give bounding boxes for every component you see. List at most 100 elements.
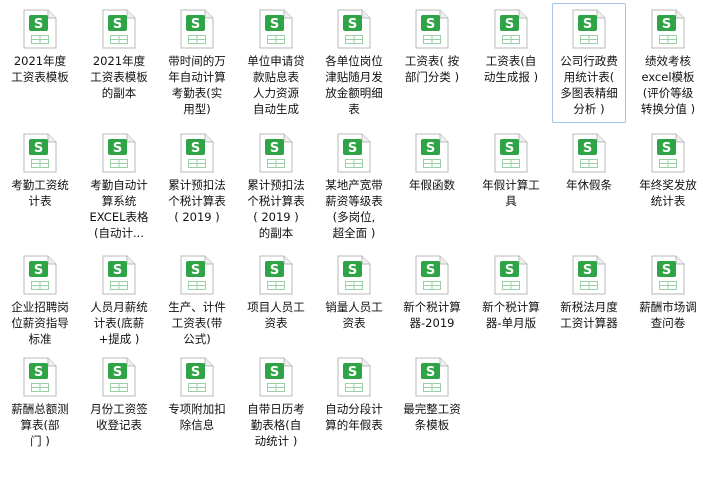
file-name: 月份工资签 收登记表: [90, 402, 148, 432]
file-item[interactable]: S 专项附加扣 除信息: [160, 351, 234, 469]
spreadsheet-file-icon: S: [336, 133, 372, 173]
spreadsheet-file-icon: S: [336, 9, 372, 49]
file-name: 项目人员工 资表: [247, 300, 305, 330]
svg-text:S: S: [270, 141, 279, 156]
file-item[interactable]: S 薪酬市场调 查问卷: [631, 249, 703, 367]
file-name: 最完整工资 条模板: [403, 402, 461, 432]
file-item[interactable]: S 2021年度 工资表模板 的副本: [82, 3, 156, 121]
file-item[interactable]: S 自带日历考 勤表格(自 动统计 ): [239, 351, 313, 469]
svg-text:S: S: [426, 263, 435, 278]
file-name: 人员月薪统 计表(底薪 +提成 ): [90, 300, 148, 346]
svg-text:S: S: [348, 365, 357, 380]
spreadsheet-file-icon: S: [258, 255, 294, 295]
spreadsheet-file-icon: S: [258, 357, 294, 397]
svg-text:S: S: [426, 17, 435, 32]
file-name: 考勤自动计 算系统 EXCEL表格 (自动计...: [89, 178, 149, 240]
spreadsheet-file-icon: S: [22, 357, 58, 397]
file-item[interactable]: S 某地产宽带 薪资等级表 (多岗位, 超全面 ): [317, 127, 391, 245]
svg-text:S: S: [34, 263, 43, 278]
file-item[interactable]: S 累计预扣法 个税计算表( 2019 ): [160, 127, 234, 245]
file-item[interactable]: S 带时间的万 年自动计算 考勤表(实 用型): [160, 3, 234, 121]
spreadsheet-file-icon: S: [101, 255, 137, 295]
file-name: 累计预扣法 个税计算表( 2019 ) 的副本: [247, 178, 305, 240]
file-name: 工资表( 按部门分类 ): [404, 54, 460, 84]
file-name: 薪酬市场调 查问卷: [639, 300, 697, 330]
svg-text:S: S: [270, 17, 279, 32]
spreadsheet-file-icon: S: [650, 9, 686, 49]
spreadsheet-file-icon: S: [493, 255, 529, 295]
file-item[interactable]: S 公司行政费 用统计表(多图表精细 分析 ): [552, 3, 626, 123]
file-item[interactable]: S 人员月薪统 计表(底薪 +提成 ): [82, 249, 156, 367]
file-item[interactable]: S 生产、计件 工资表(带 公式): [160, 249, 234, 367]
file-item[interactable]: S 考勤工资统 计表: [3, 127, 77, 245]
file-item[interactable]: S 2021年度 工资表模板: [3, 3, 77, 121]
file-item[interactable]: S 新个税计算 器-单月版: [474, 249, 548, 367]
file-name: 年休假条: [566, 178, 612, 192]
spreadsheet-file-icon: S: [101, 357, 137, 397]
spreadsheet-file-icon: S: [101, 133, 137, 173]
file-item[interactable]: S 新个税计算 器-2019: [395, 249, 469, 367]
spreadsheet-file-icon: S: [22, 255, 58, 295]
file-name: 带时间的万 年自动计算 考勤表(实 用型): [168, 54, 226, 116]
spreadsheet-file-icon: S: [650, 255, 686, 295]
spreadsheet-file-icon: S: [493, 9, 529, 49]
file-item[interactable]: S 绩效考核 excel模板 (评价等级 转换分值 ): [631, 3, 703, 121]
file-name: 专项附加扣 除信息: [168, 402, 226, 432]
spreadsheet-file-icon: S: [179, 255, 215, 295]
file-name: 新个税计算 器-单月版: [482, 300, 540, 330]
svg-text:S: S: [191, 141, 200, 156]
spreadsheet-file-icon: S: [414, 357, 450, 397]
svg-text:S: S: [191, 17, 200, 32]
file-item[interactable]: S 新税法月度 工资计算器: [552, 249, 626, 367]
spreadsheet-file-icon: S: [258, 9, 294, 49]
file-name: 新个税计算 器-2019: [403, 300, 461, 330]
spreadsheet-file-icon: S: [414, 133, 450, 173]
file-item[interactable]: S 年假函数: [395, 127, 469, 245]
svg-text:S: S: [34, 17, 43, 32]
file-name: 生产、计件 工资表(带 公式): [168, 300, 226, 346]
svg-text:S: S: [583, 263, 592, 278]
file-item[interactable]: S 年假计算工具: [474, 127, 548, 245]
spreadsheet-file-icon: S: [101, 9, 137, 49]
svg-text:S: S: [662, 263, 671, 278]
svg-text:S: S: [505, 263, 514, 278]
spreadsheet-file-icon: S: [336, 357, 372, 397]
file-item[interactable]: S 累计预扣法 个税计算表( 2019 ) 的副本: [239, 127, 313, 245]
file-item[interactable]: S 月份工资签 收登记表: [82, 351, 156, 469]
file-name: 企业招聘岗 位薪资指导 标准: [11, 300, 69, 346]
svg-text:S: S: [505, 17, 514, 32]
file-item[interactable]: S 自动分段计 算的年假表: [317, 351, 391, 469]
file-name: 公司行政费 用统计表(多图表精细 分析 ): [560, 54, 618, 116]
file-name: 2021年度 工资表模板 的副本: [90, 54, 148, 100]
svg-text:S: S: [270, 365, 279, 380]
file-item[interactable]: S 考勤自动计 算系统 EXCEL表格 (自动计...: [82, 127, 156, 245]
file-name: 薪酬总额测 算表(部门 ): [11, 402, 69, 448]
svg-text:S: S: [426, 141, 435, 156]
file-name: 2021年度 工资表模板: [11, 54, 69, 84]
spreadsheet-file-icon: S: [22, 9, 58, 49]
file-item[interactable]: S 工资表(自 动生成报 ): [474, 3, 548, 121]
file-item[interactable]: S 单位申请贷 款贴息表 人力资源 自动生成: [239, 3, 313, 121]
file-item[interactable]: S 企业招聘岗 位薪资指导 标准: [3, 249, 77, 367]
file-item[interactable]: S 项目人员工 资表: [239, 249, 313, 367]
spreadsheet-file-icon: S: [179, 357, 215, 397]
file-name: 考勤工资统 计表: [11, 178, 69, 208]
file-name: 自带日历考 勤表格(自 动统计 ): [247, 402, 305, 448]
file-item[interactable]: S 年休假条: [552, 127, 626, 245]
file-item[interactable]: S 最完整工资 条模板: [395, 351, 469, 469]
file-grid: S 2021年度 工资表模板 S 2021年度 工资表模板 的副本 S 带时间的万 年自动计算 考勤…: [0, 0, 703, 477]
spreadsheet-file-icon: S: [179, 9, 215, 49]
svg-text:S: S: [348, 141, 357, 156]
file-name: 各单位岗位 津贴随月发 放金额明细表: [325, 54, 383, 116]
spreadsheet-file-icon: S: [571, 255, 607, 295]
svg-text:S: S: [113, 263, 122, 278]
svg-text:S: S: [113, 17, 122, 32]
svg-text:S: S: [583, 141, 592, 156]
file-item[interactable]: S 工资表( 按部门分类 ): [395, 3, 469, 121]
file-item[interactable]: S 各单位岗位 津贴随月发 放金额明细表: [317, 3, 391, 121]
file-item[interactable]: S 年终奖发放 统计表: [631, 127, 703, 245]
file-name: 累计预扣法 个税计算表( 2019 ): [168, 178, 226, 224]
file-item[interactable]: S 薪酬总额测 算表(部门 ): [3, 351, 77, 469]
file-item[interactable]: S 销量人员工 资表: [317, 249, 391, 367]
svg-text:S: S: [426, 365, 435, 380]
